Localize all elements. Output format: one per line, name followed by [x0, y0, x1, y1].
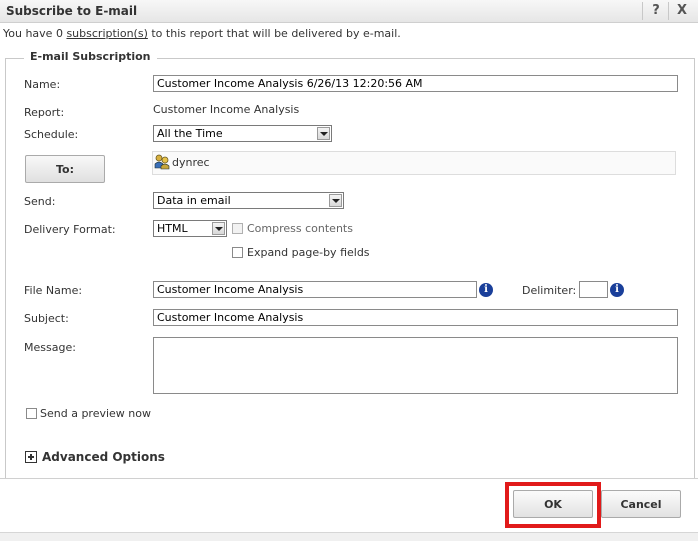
file-name-input[interactable]: Customer Income Analysis: [153, 281, 477, 298]
section-legend: E-mail Subscription: [24, 50, 157, 63]
schedule-value: All the Time: [157, 127, 223, 140]
cancel-button[interactable]: Cancel: [601, 490, 681, 518]
expand-pageby-checkbox[interactable]: [232, 247, 243, 258]
subscription-info: You have 0 subscription(s) to this repor…: [3, 27, 401, 40]
chevron-down-icon[interactable]: [317, 127, 330, 140]
recipient-name: dynrec: [172, 156, 210, 169]
file-name-label: File Name:: [24, 284, 83, 297]
compress-label: Compress contents: [247, 222, 353, 235]
info-prefix: You have 0: [3, 27, 67, 40]
send-value: Data in email: [157, 194, 231, 207]
subject-label: Subject:: [24, 312, 69, 325]
report-value: Customer Income Analysis: [153, 103, 300, 116]
name-input[interactable]: Customer Income Analysis 6/26/13 12:20:5…: [153, 75, 678, 92]
send-select[interactable]: Data in email: [153, 192, 344, 209]
help-icon[interactable]: ?: [646, 2, 666, 20]
info-icon[interactable]: i: [479, 283, 493, 297]
delimiter-input[interactable]: [579, 281, 608, 298]
subscriptions-link[interactable]: subscription(s): [66, 27, 147, 40]
report-label: Report:: [24, 106, 65, 119]
user-group-icon: [154, 154, 170, 170]
info-icon[interactable]: i: [610, 283, 624, 297]
delivery-format-value: HTML: [157, 222, 188, 235]
send-preview-label: Send a preview now: [40, 407, 151, 420]
delivery-format-select[interactable]: HTML: [153, 220, 227, 237]
titlebar-divider: [642, 2, 643, 20]
expand-pageby-label: Expand page-by fields: [247, 246, 370, 259]
compress-checkbox[interactable]: [232, 223, 243, 234]
ok-highlight-box: [505, 482, 601, 528]
delivery-format-label: Delivery Format:: [24, 223, 116, 236]
message-label: Message:: [24, 341, 76, 354]
footer-divider: [0, 478, 698, 479]
send-label: Send:: [24, 195, 56, 208]
dialog-title: Subscribe to E-mail: [6, 4, 138, 18]
message-textarea[interactable]: [153, 337, 678, 394]
titlebar-divider: [668, 2, 669, 20]
close-icon[interactable]: X: [672, 2, 692, 20]
chevron-down-icon[interactable]: [329, 194, 342, 207]
subject-input[interactable]: Customer Income Analysis: [153, 309, 678, 326]
send-preview-checkbox[interactable]: [26, 408, 37, 419]
schedule-select[interactable]: All the Time: [153, 125, 332, 142]
info-suffix: to this report that will be delivered by…: [147, 27, 401, 40]
advanced-options-toggle[interactable]: Advanced Options: [42, 450, 165, 464]
name-label: Name:: [24, 78, 61, 91]
recipients-box[interactable]: [152, 151, 676, 175]
expand-plus-icon[interactable]: [25, 451, 37, 463]
schedule-label: Schedule:: [24, 128, 79, 141]
to-button[interactable]: To:: [25, 155, 105, 183]
delimiter-label: Delimiter:: [522, 284, 577, 297]
chevron-down-icon[interactable]: [212, 222, 225, 235]
